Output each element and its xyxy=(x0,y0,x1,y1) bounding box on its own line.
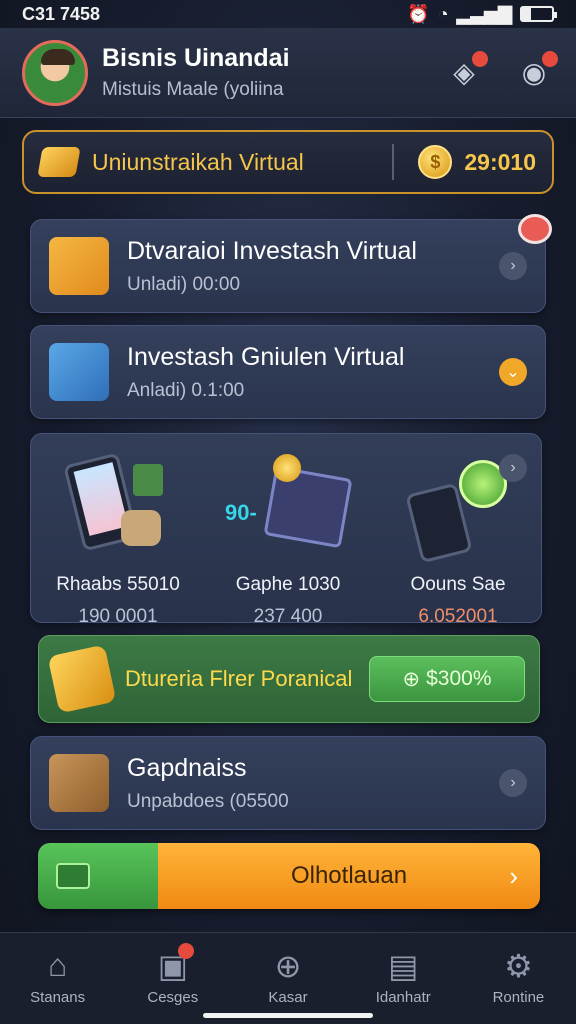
signal-icon: ▂▃▅▇ xyxy=(456,3,512,24)
cta-main: Olhotlauan › xyxy=(158,843,540,909)
divider xyxy=(392,144,395,180)
bottom-nav: ⌂ Stanans ▣ Cesges ⊕ Kasar ▤ Idanhatr ⚙ … xyxy=(0,932,576,1024)
balance-value: 29:010 xyxy=(464,148,536,175)
ribbon-icon xyxy=(518,214,552,244)
nav-label: Kasar xyxy=(268,989,308,1006)
treasure-box-icon xyxy=(49,754,109,812)
chart-icon: ▤ xyxy=(388,948,419,984)
nav-label: Cesges xyxy=(147,989,199,1006)
grid-item-3-title: Oouns Sae xyxy=(410,574,506,595)
status-time: C31 7458 xyxy=(22,3,101,24)
balance-label: Uniunstraikah Virtual xyxy=(92,148,304,175)
alarm-icon: ⏰ xyxy=(407,3,430,24)
grid-item-1[interactable]: Rhaabs 55010 190 0001 xyxy=(43,450,193,628)
chevron-right-icon: › xyxy=(509,860,518,891)
app-header: Bisnis Uinandai Mistuis Maale (yoliina ◈… xyxy=(0,28,576,118)
goals-card[interactable]: Gapdnaiss Unpabdoes (05500 › xyxy=(30,736,546,830)
gold-coin-icon xyxy=(47,644,117,714)
header-text: Bisnis Uinandai Mistuis Maale (yoliina xyxy=(102,44,414,101)
cta-cash-segment xyxy=(38,843,158,909)
phone-stats-icon xyxy=(63,450,173,560)
page-title: Bisnis Uinandai xyxy=(102,44,290,72)
chevron-right-icon[interactable]: › xyxy=(499,769,527,797)
investment-card-2-text: Investash Gniulen Virtual Anladi) 0.1:00 xyxy=(127,343,499,402)
balance-bar[interactable]: Uniunstraikah Virtual $ 29:010 xyxy=(22,130,554,194)
avatar[interactable] xyxy=(22,39,88,106)
chart-board-icon xyxy=(49,237,109,295)
chevron-down-icon[interactable]: ⌄ xyxy=(499,358,527,386)
grid-item-2-title: Gaphe 1030 xyxy=(235,574,341,595)
chat-badge xyxy=(542,50,558,67)
nav-item-box[interactable]: ▣ Cesges xyxy=(115,933,230,1024)
cash-icon xyxy=(56,863,90,889)
nav-label: Stanans xyxy=(30,989,86,1006)
nav-label: Rontine xyxy=(492,989,545,1006)
home-indicator[interactable] xyxy=(203,1013,373,1018)
investment-card-1-text: Dtvaraioi Investash Virtual Unladi) 00:0… xyxy=(127,237,499,296)
investment-card-2-sub: Anladi) 0.1:00 xyxy=(127,379,245,401)
investment-card-2[interactable]: Investash Gniulen Virtual Anladi) 0.1:00… xyxy=(30,325,546,419)
nav-item-chart[interactable]: ▤ Idanhatr xyxy=(346,933,461,1024)
promo-button-label: $300% xyxy=(426,667,492,690)
grid-item-1-title: Rhaabs 55010 xyxy=(56,574,180,595)
coin-phone-icon xyxy=(403,450,513,564)
promo-banner[interactable]: Dtureria Flrer Poranical ⊕ $300% xyxy=(38,635,540,723)
status-bar: C31 7458 ⏰ ◔ ▂▃▅▇ xyxy=(0,0,576,28)
cta-button[interactable]: Olhotlauan › xyxy=(38,843,540,909)
chevron-right-icon[interactable]: › xyxy=(499,454,527,482)
notification-button[interactable]: ◈ xyxy=(444,50,488,93)
nav-item-settings[interactable]: ⚙ Rontine xyxy=(461,933,576,1024)
goals-card-text: Gapdnaiss Unpabdoes (05500 xyxy=(127,754,499,813)
notification-badge xyxy=(472,50,488,67)
cta-label: Olhotlauan xyxy=(290,862,408,889)
promo-label: Dtureria Flrer Poranical xyxy=(125,666,353,691)
investment-card-2-title: Investash Gniulen Virtual xyxy=(127,342,405,371)
status-icons: ⏰ ◔ ▂▃▅▇ xyxy=(407,3,557,25)
investment-card-1[interactable]: Dtvaraioi Investash Virtual Unladi) 00:0… xyxy=(30,219,546,313)
chat-button[interactable]: ◉ xyxy=(514,50,558,93)
grid-item-3-value: 6.052001 xyxy=(418,606,498,627)
wifi-icon: ◔ xyxy=(437,3,449,24)
goals-title: Gapdnaiss xyxy=(127,753,247,782)
equation-text: 90- xyxy=(225,500,257,525)
nav-label: Idanhatr xyxy=(375,989,431,1006)
box-icon: ▣ xyxy=(157,948,188,984)
investment-card-1-sub: Unladi) 00:00 xyxy=(127,273,241,295)
promo-button[interactable]: ⊕ $300% xyxy=(369,656,525,702)
chevron-right-icon[interactable]: › xyxy=(499,252,527,280)
dollar-icon: ⊕ xyxy=(402,667,421,691)
coin-icon: $ xyxy=(418,145,453,179)
calculator-icon: 90- xyxy=(225,450,353,560)
home-icon: ⌂ xyxy=(47,947,68,983)
investment-card-1-title: Dtvaraioi Investash Virtual xyxy=(127,236,417,265)
gear-icon: ⚙ xyxy=(504,948,533,984)
nav-item-pin[interactable]: ⊕ Kasar xyxy=(230,933,345,1024)
phone-hand-icon xyxy=(49,343,109,401)
grid-item-1-value: 190 0001 xyxy=(78,606,158,627)
gold-bar-icon xyxy=(37,147,81,177)
battery-icon xyxy=(520,6,557,22)
stats-grid: Rhaabs 55010 190 0001 90- Gaphe 1030 237… xyxy=(30,433,542,627)
nav-item-home[interactable]: ⌂ Stanans xyxy=(0,933,115,1024)
grid-item-2-value: 237 400 xyxy=(253,606,323,627)
page-subtitle: Mistuis Maale (yoliina xyxy=(102,79,284,100)
goals-sub: Unpabdoes (05500 xyxy=(127,790,289,812)
grid-item-2[interactable]: 90- Gaphe 1030 237 400 xyxy=(213,450,363,628)
pin-icon: ⊕ xyxy=(274,948,302,984)
